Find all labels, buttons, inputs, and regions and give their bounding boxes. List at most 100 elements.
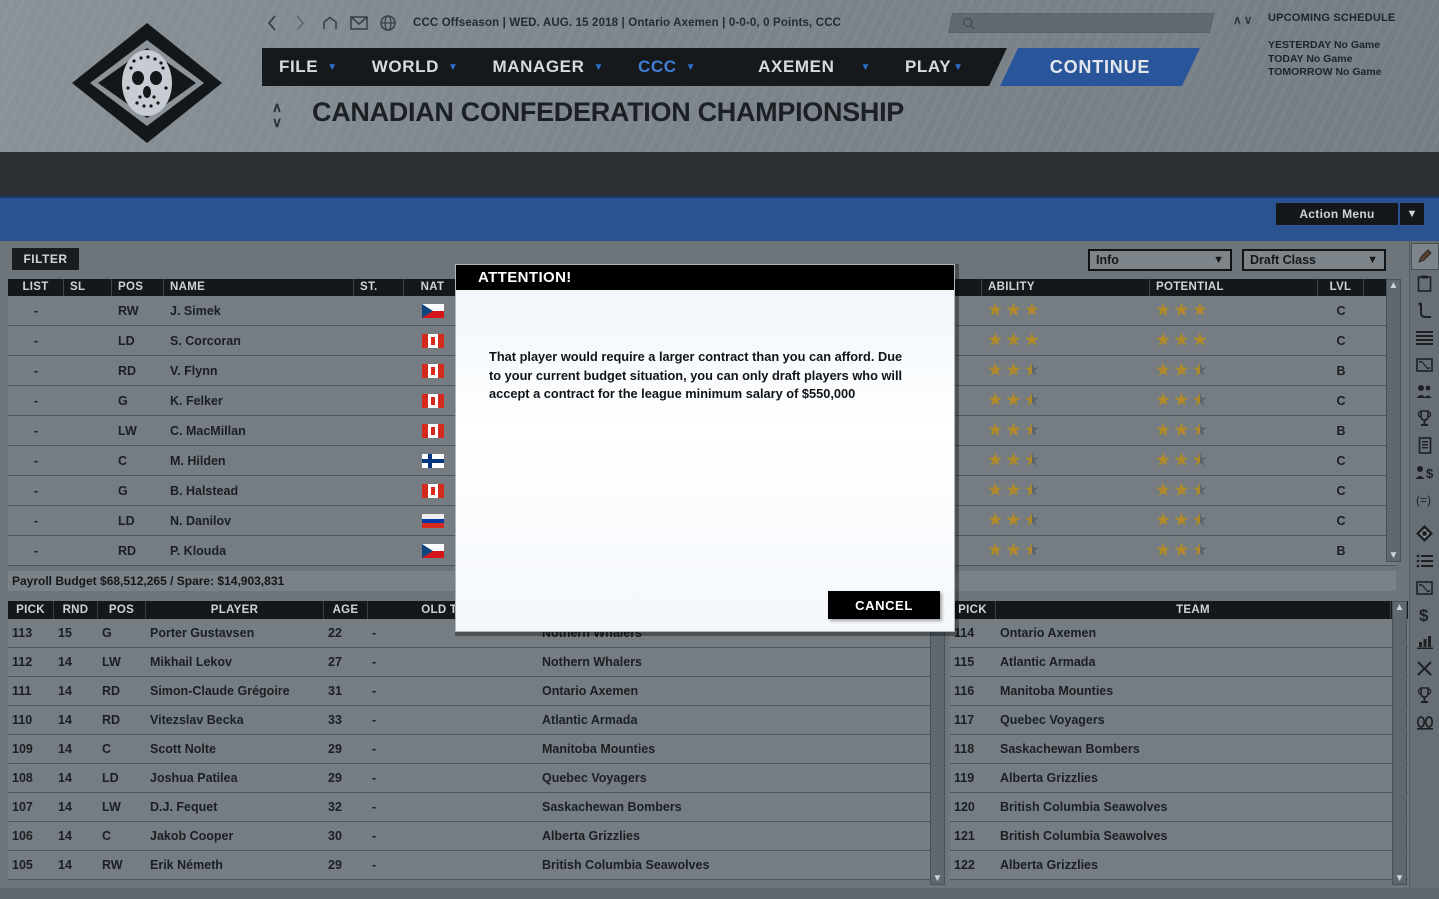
scroll-down-icon[interactable]: ▼ (1389, 550, 1399, 561)
flag-czech-icon (422, 543, 444, 558)
menu-file[interactable]: FILE ▼ (262, 48, 355, 86)
col-potential[interactable]: POTENTIAL (1150, 279, 1318, 296)
scroll-down-icon[interactable]: ▼ (933, 873, 943, 884)
mail-icon[interactable] (349, 14, 368, 33)
scroll-up-icon[interactable]: ▲ (1389, 280, 1399, 291)
col-st[interactable]: ST. (354, 279, 404, 296)
draft-results-table: PICK RND POS PLAYER AGE OLD TEAM TEAM 11… (8, 601, 945, 880)
col-pos[interactable]: POS (112, 279, 164, 296)
table-row[interactable]: 115 Atlantic Armada (950, 648, 1408, 677)
title-updown-icon[interactable]: ∧ ∨ (269, 100, 285, 130)
clipboard-icon[interactable] (1411, 270, 1439, 297)
table-row[interactable]: 114 Ontario Axemen (950, 619, 1408, 648)
cell-list: - (33, 303, 39, 318)
sticks-icon[interactable] (1411, 655, 1439, 682)
cell-team: British Columbia Seawolves (542, 858, 710, 872)
table-row[interactable]: 118 Saskachewan Bombers (950, 735, 1408, 764)
table-row[interactable]: 117 Quebec Voyagers (950, 706, 1408, 735)
cell-name: B. Halstead (170, 483, 239, 498)
col-sl[interactable]: SL (64, 279, 112, 296)
pen-icon[interactable] (1410, 243, 1439, 270)
rink-icon[interactable] (1411, 351, 1439, 378)
continue-button[interactable]: CONTINUE (1000, 48, 1200, 86)
draft-results-scrollbar[interactable]: ▲ ▼ (930, 601, 945, 885)
document-icon[interactable] (1411, 432, 1439, 459)
col-age[interactable]: AGE (324, 601, 368, 619)
table-row[interactable]: 111 14 RD Simon-Claude Grégoire 31 - Ontario A… (8, 677, 945, 706)
table-row[interactable]: 121 British Columbia Seawolves (950, 822, 1408, 851)
people-icon[interactable] (1411, 378, 1439, 405)
cell-age: 33 (328, 713, 342, 727)
table-row[interactable]: 116 Manitoba Mounties (950, 677, 1408, 706)
ability-stars: ★ ★ ★ (988, 482, 1144, 499)
diamond-icon[interactable] (1411, 520, 1439, 547)
home-icon[interactable] (320, 14, 339, 33)
table-row[interactable]: 120 British Columbia Seawolves (950, 793, 1408, 822)
menu-ccc[interactable]: CCC ▼ (621, 48, 713, 86)
hockey-stick-icon[interactable] (1411, 297, 1439, 324)
cell-rnd: 15 (58, 626, 72, 640)
filter-button[interactable]: FILTER (12, 248, 79, 270)
menu-play[interactable]: PLAY ▼ (888, 48, 981, 86)
col-lvl[interactable]: LVL (1318, 279, 1364, 296)
cell-age: 29 (328, 771, 342, 785)
table-row[interactable]: 110 14 RD Vitezslav Becka 33 - Atlantic Armada (8, 706, 945, 735)
bar-chart-icon[interactable] (1411, 628, 1439, 655)
action-menu-chevron-down-icon[interactable]: ▼ (1400, 203, 1424, 225)
chevron-down-icon: ▼ (1367, 254, 1378, 266)
upcoming-picks-header-row: PICK TEAM (950, 601, 1408, 619)
star-full-icon: ★ (1006, 511, 1021, 529)
upcoming-picks-scrollbar[interactable]: ▲ ▼ (1392, 601, 1407, 885)
trophy-icon[interactable] (1411, 405, 1439, 432)
scroll-up-icon[interactable]: ▲ (1395, 602, 1405, 613)
cell-lvl: C (1336, 483, 1346, 498)
arrows-icon[interactable]: (=) (1411, 486, 1439, 513)
col-ability[interactable]: ABILITY (982, 279, 1150, 296)
menu-world[interactable]: WORLD ▼ (355, 48, 476, 86)
cancel-button[interactable]: CANCEL (828, 591, 940, 619)
table-row[interactable]: 122 Alberta Grizzlies (950, 851, 1408, 880)
table-row[interactable]: 107 14 LW D.J. Fequet 32 - Saskachewan Bombers (8, 793, 945, 822)
forward-chevron-icon[interactable] (291, 14, 310, 33)
back-chevron-icon[interactable] (262, 14, 281, 33)
col-name[interactable]: NAME (164, 279, 354, 296)
search-input[interactable] (947, 13, 1215, 33)
cell-pick: 115 (954, 655, 975, 669)
schedule-updown-icon[interactable]: ∧∨ (1233, 13, 1255, 27)
menu-axemen[interactable]: AXEMEN ▼ (713, 48, 888, 86)
col-player[interactable]: PLAYER (146, 601, 324, 619)
person-dollar-icon[interactable]: $ (1411, 459, 1439, 486)
trophy2-icon[interactable] (1411, 682, 1439, 709)
col-pick[interactable]: PICK (8, 601, 54, 619)
skates-icon[interactable] (1411, 709, 1439, 736)
star-full-icon: ★ (1174, 391, 1189, 409)
star-full-icon: ★ (1174, 541, 1189, 559)
col-nat[interactable]: NAT (404, 279, 462, 296)
action-menu-button[interactable]: Action Menu (1276, 203, 1398, 225)
rink2-icon[interactable] (1411, 574, 1439, 601)
prospects-scrollbar[interactable]: ▲ ▼ (1386, 279, 1401, 562)
star-full-icon: ★ (1174, 361, 1189, 379)
col-pos[interactable]: POS (98, 601, 146, 619)
col-rnd[interactable]: RND (54, 601, 98, 619)
col-team[interactable]: TEAM (996, 601, 1391, 619)
col-list[interactable]: LIST (8, 279, 64, 296)
info-dropdown[interactable]: Info ▼ (1088, 249, 1232, 271)
table-row[interactable]: 106 14 C Jakob Cooper 30 - Alberta Grizzlies (8, 822, 945, 851)
table-row[interactable]: 119 Alberta Grizzlies (950, 764, 1408, 793)
table-row[interactable]: 112 14 LW Mikhail Lekov 27 - Nothern Whalers (8, 648, 945, 677)
lines-icon[interactable] (1411, 324, 1439, 351)
chevron-down-icon: ▼ (593, 61, 604, 73)
cell-pos: C (102, 742, 112, 756)
scroll-down-icon[interactable]: ▼ (1395, 873, 1405, 884)
dollar-icon[interactable]: $ (1411, 601, 1439, 628)
cell-pick: 117 (954, 713, 975, 727)
globe-icon[interactable] (378, 14, 397, 33)
cell-rnd: 14 (58, 742, 72, 756)
draft-class-dropdown[interactable]: Draft Class ▼ (1242, 249, 1386, 271)
list-icon[interactable] (1411, 547, 1439, 574)
table-row[interactable]: 105 14 RW Erik Németh 29 - British Columbia Se… (8, 851, 945, 880)
menu-manager[interactable]: MANAGER ▼ (475, 48, 621, 86)
table-row[interactable]: 108 14 LD Joshua Patilea 29 - Quebec Voyagers (8, 764, 945, 793)
table-row[interactable]: 109 14 C Scott Nolte 29 - Manitoba Mounties (8, 735, 945, 764)
